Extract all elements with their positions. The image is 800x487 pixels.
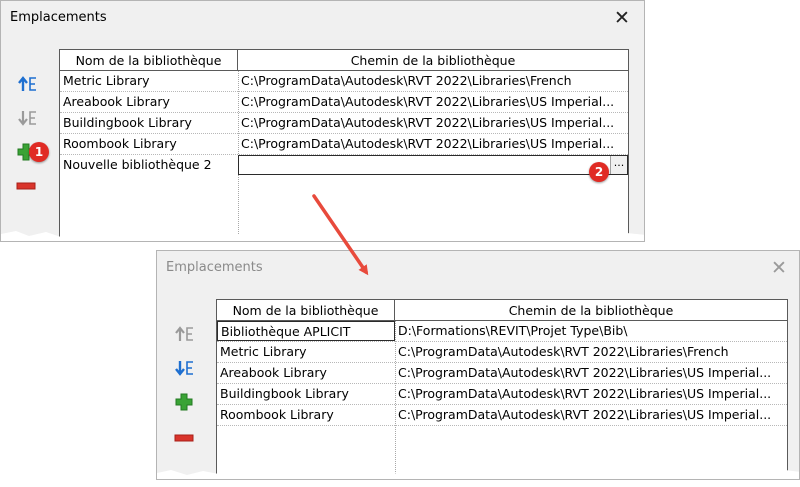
library-path-cell[interactable]: C:\ProgramData\Autodesk\RVT 2022\Librari…	[395, 363, 787, 383]
library-name-cell[interactable]: Metric Library	[60, 71, 238, 91]
table-row[interactable]: Buildingbook Library C:\ProgramData\Auto…	[217, 384, 787, 404]
library-path-cell[interactable]: C:\ProgramData\Autodesk\RVT 2022\Librari…	[238, 92, 628, 112]
torn-edge	[1, 231, 644, 241]
table-row-selected[interactable]: Bibliothèque APLICIT D:\Formations\REVIT…	[217, 321, 787, 341]
move-up-button[interactable]	[17, 73, 39, 95]
move-up-button[interactable]	[174, 323, 196, 345]
table-row[interactable]: Metric Library C:\ProgramData\Autodesk\R…	[217, 342, 787, 362]
table-row[interactable]: Buildingbook Library C:\ProgramData\Auto…	[60, 113, 628, 133]
libraries-table: Nom de la bibliothèque Chemin de la bibl…	[59, 49, 629, 241]
close-icon[interactable]: ✕	[612, 8, 632, 28]
library-locations-dialog-result: Emplacements ✕ Nom de la bibliothèque Ch…	[156, 250, 800, 480]
callout-badge-2: 2	[589, 162, 609, 182]
library-path-cell[interactable]: C:\ProgramData\Autodesk\RVT 2022\Librari…	[395, 405, 787, 425]
add-library-button[interactable]	[173, 391, 195, 413]
browse-button[interactable]: ...	[610, 156, 627, 174]
remove-library-button[interactable]	[173, 427, 195, 449]
remove-icon	[16, 182, 36, 190]
library-name-cell[interactable]: Bibliothèque APLICIT	[217, 321, 395, 341]
move-up-icon	[18, 76, 36, 91]
column-header-name[interactable]: Nom de la bibliothèque	[60, 50, 238, 71]
library-path-cell[interactable]: C:\ProgramData\Autodesk\RVT 2022\Librari…	[238, 134, 628, 154]
column-header-path[interactable]: Chemin de la bibliothèque	[238, 50, 628, 71]
library-path-input[interactable]: ...	[238, 155, 628, 175]
library-name-cell[interactable]: Areabook Library	[217, 363, 395, 383]
title-bar: Emplacements ✕	[1, 1, 644, 35]
add-icon	[175, 393, 193, 411]
library-path-cell[interactable]: C:\ProgramData\Autodesk\RVT 2022\Librari…	[238, 71, 628, 91]
dialog-title: Emplacements	[10, 10, 107, 25]
library-name-cell[interactable]: Roombook Library	[60, 134, 238, 154]
move-down-icon	[175, 361, 193, 376]
library-path-cell[interactable]: D:\Formations\REVIT\Projet Type\Bib\	[395, 321, 787, 341]
row-separator	[217, 425, 787, 426]
library-name-cell[interactable]: Roombook Library	[217, 405, 395, 425]
library-name-cell[interactable]: Nouvelle bibliothèque 2	[60, 155, 238, 175]
column-header-path[interactable]: Chemin de la bibliothèque	[395, 300, 787, 321]
library-path-cell[interactable]: C:\ProgramData\Autodesk\RVT 2022\Librari…	[238, 113, 628, 133]
close-icon[interactable]: ✕	[769, 258, 789, 278]
table-row[interactable]: Areabook Library C:\ProgramData\Autodesk…	[217, 363, 787, 383]
library-name-cell[interactable]: Buildingbook Library	[60, 113, 238, 133]
table-row[interactable]: Roombook Library C:\ProgramData\Autodesk…	[217, 405, 787, 425]
library-path-cell[interactable]: C:\ProgramData\Autodesk\RVT 2022\Librari…	[395, 342, 787, 362]
table-row[interactable]: Areabook Library C:\ProgramData\Autodesk…	[60, 92, 628, 112]
library-name-cell[interactable]: Buildingbook Library	[217, 384, 395, 404]
title-bar: Emplacements ✕	[157, 251, 799, 285]
dialog-title: Emplacements	[166, 260, 263, 275]
callout-badge-1: 1	[29, 142, 49, 162]
table-row-new[interactable]: Nouvelle bibliothèque 2 ...	[60, 155, 628, 175]
library-name-cell[interactable]: Areabook Library	[60, 92, 238, 112]
torn-edge	[157, 469, 799, 479]
move-up-icon	[175, 326, 193, 341]
table-row[interactable]: Roombook Library C:\ProgramData\Autodesk…	[60, 134, 628, 154]
libraries-table: Nom de la bibliothèque Chemin de la bibl…	[216, 299, 788, 479]
move-down-button[interactable]	[174, 357, 196, 379]
library-name-cell[interactable]: Metric Library	[217, 342, 395, 362]
library-locations-dialog: Emplacements ✕ Nom de la bibliothèque Ch…	[0, 0, 645, 242]
column-header-name[interactable]: Nom de la bibliothèque	[217, 300, 395, 321]
remove-library-button[interactable]	[15, 175, 37, 197]
remove-icon	[174, 434, 194, 442]
move-down-button[interactable]	[17, 107, 39, 129]
table-row[interactable]: Metric Library C:\ProgramData\Autodesk\R…	[60, 71, 628, 91]
library-path-cell[interactable]: C:\ProgramData\Autodesk\RVT 2022\Librari…	[395, 384, 787, 404]
move-down-icon	[18, 111, 36, 126]
